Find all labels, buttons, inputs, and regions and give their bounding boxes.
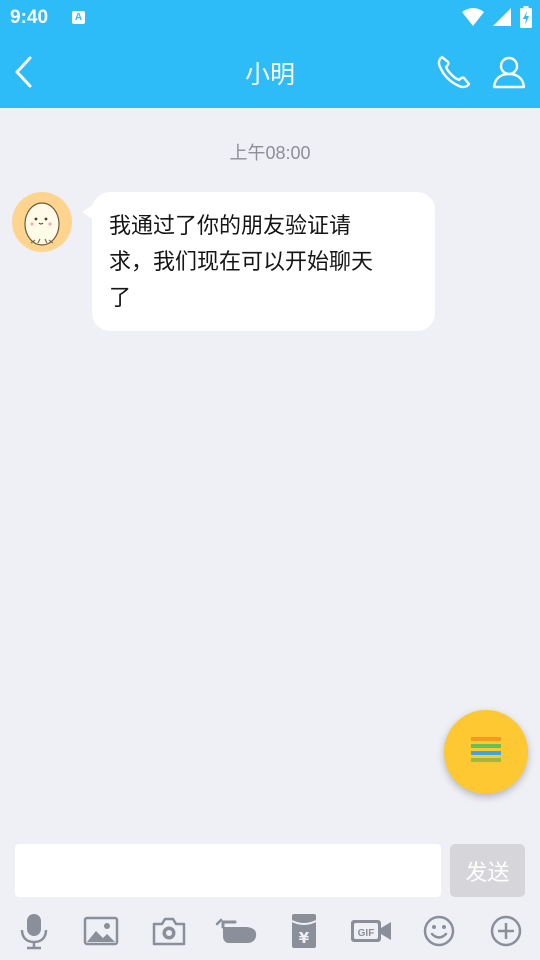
status-time: 9:40: [10, 7, 49, 28]
battery-icon: [520, 6, 532, 28]
camera-icon: [152, 917, 186, 946]
status-bar: 9:40 A: [0, 0, 540, 36]
poke-hand-icon: [215, 918, 257, 943]
input-toolbar: ¥ GIF: [0, 906, 540, 960]
floating-menu-button[interactable]: [444, 710, 528, 794]
add-icon: [490, 915, 522, 947]
egg-avatar-icon: [24, 202, 60, 246]
image-button[interactable]: [76, 906, 126, 956]
gif-button[interactable]: GIF: [346, 906, 396, 956]
voice-button[interactable]: [9, 906, 59, 956]
message-timestamp: 上午08:00: [229, 143, 311, 163]
more-button[interactable]: [481, 906, 531, 956]
status-icons: [462, 6, 532, 28]
message-text-line: 了: [109, 286, 132, 311]
chat-header: 小明: [0, 36, 540, 108]
avatar[interactable]: [12, 192, 72, 252]
emoji-icon: [423, 915, 455, 947]
red-packet-button[interactable]: ¥: [279, 906, 329, 956]
notification-app-icon: A: [72, 11, 85, 24]
profile-button[interactable]: [489, 52, 529, 92]
send-button[interactable]: 发送: [450, 844, 525, 897]
user-icon: [492, 56, 526, 89]
red-packet-icon: ¥: [291, 914, 317, 948]
phone-icon: [437, 55, 471, 89]
message-text-line: 我通过了你的朋友验证请: [109, 214, 352, 239]
svg-text:¥: ¥: [299, 929, 310, 947]
wifi-icon: [462, 8, 484, 26]
call-button[interactable]: [434, 52, 474, 92]
stripe-blue: [471, 751, 501, 755]
message-bubble[interactable]: 我通过了你的朋友验证请 求，我们现在可以开始聊天 了: [92, 192, 435, 331]
poke-button[interactable]: [212, 906, 262, 956]
emoji-button[interactable]: [414, 906, 464, 956]
svg-text:GIF: GIF: [358, 928, 375, 939]
gif-icon: GIF: [351, 920, 391, 942]
message-text-line: 求，我们现在可以开始聊天: [109, 250, 374, 275]
message-input[interactable]: [15, 844, 441, 897]
camera-button[interactable]: [144, 906, 194, 956]
stripe-orange: [471, 737, 501, 741]
stripe-green: [471, 744, 501, 748]
signal-icon: [493, 8, 511, 26]
image-icon: [83, 916, 119, 946]
microphone-icon: [20, 914, 48, 950]
stripe-olive: [471, 758, 501, 762]
